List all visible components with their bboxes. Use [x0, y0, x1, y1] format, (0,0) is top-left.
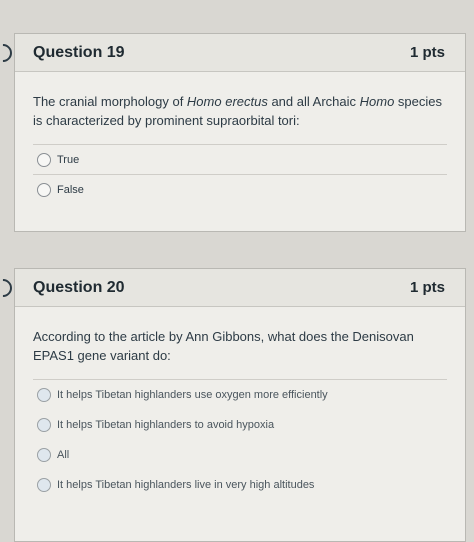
question-card-19: Question 19 1 pts The cranial morphology… [14, 33, 466, 232]
quiz-page: Question 19 1 pts The cranial morphology… [0, 0, 474, 542]
answer-option[interactable]: It helps Tibetan highlanders to avoid hy… [33, 410, 447, 440]
question-text: The cranial morphology of Homo erectus a… [33, 94, 443, 128]
question-points: 1 pts [409, 44, 445, 61]
answer-option[interactable]: It helps Tibetan highlanders live in ver… [33, 470, 447, 500]
answer-list: True False [33, 144, 447, 205]
question-title: Question 20 [33, 278, 125, 296]
answer-label: It helps Tibetan highlanders use oxygen … [57, 389, 328, 401]
radio-button[interactable] [37, 418, 51, 432]
radio-button[interactable] [37, 152, 51, 167]
answer-label: It helps Tibetan highlanders live in ver… [57, 479, 315, 491]
answer-option[interactable]: False [33, 175, 447, 205]
question-card-20: Question 20 1 pts According to the artic… [14, 268, 466, 542]
answer-label: It helps Tibetan highlanders to avoid hy… [57, 419, 275, 431]
radio-button[interactable] [37, 448, 51, 462]
question-header: Question 19 1 pts [15, 34, 465, 72]
answer-label: True [57, 153, 80, 166]
radio-button[interactable] [37, 183, 51, 197]
answer-list: It helps Tibetan highlanders use oxygen … [33, 379, 447, 500]
radio-button[interactable] [37, 478, 51, 492]
answer-option[interactable]: All [33, 440, 447, 470]
question-text: According to the article by Ann Gibbons,… [33, 329, 414, 363]
answer-option[interactable]: True [33, 145, 447, 175]
answer-option[interactable]: It helps Tibetan highlanders use oxygen … [33, 380, 447, 410]
radio-button[interactable] [37, 388, 51, 402]
answer-label: False [57, 184, 84, 196]
question-header: Question 20 1 pts [15, 269, 465, 307]
answer-label: All [57, 449, 70, 461]
question-points: 1 pts [409, 279, 445, 296]
question-title: Question 19 [33, 43, 125, 61]
